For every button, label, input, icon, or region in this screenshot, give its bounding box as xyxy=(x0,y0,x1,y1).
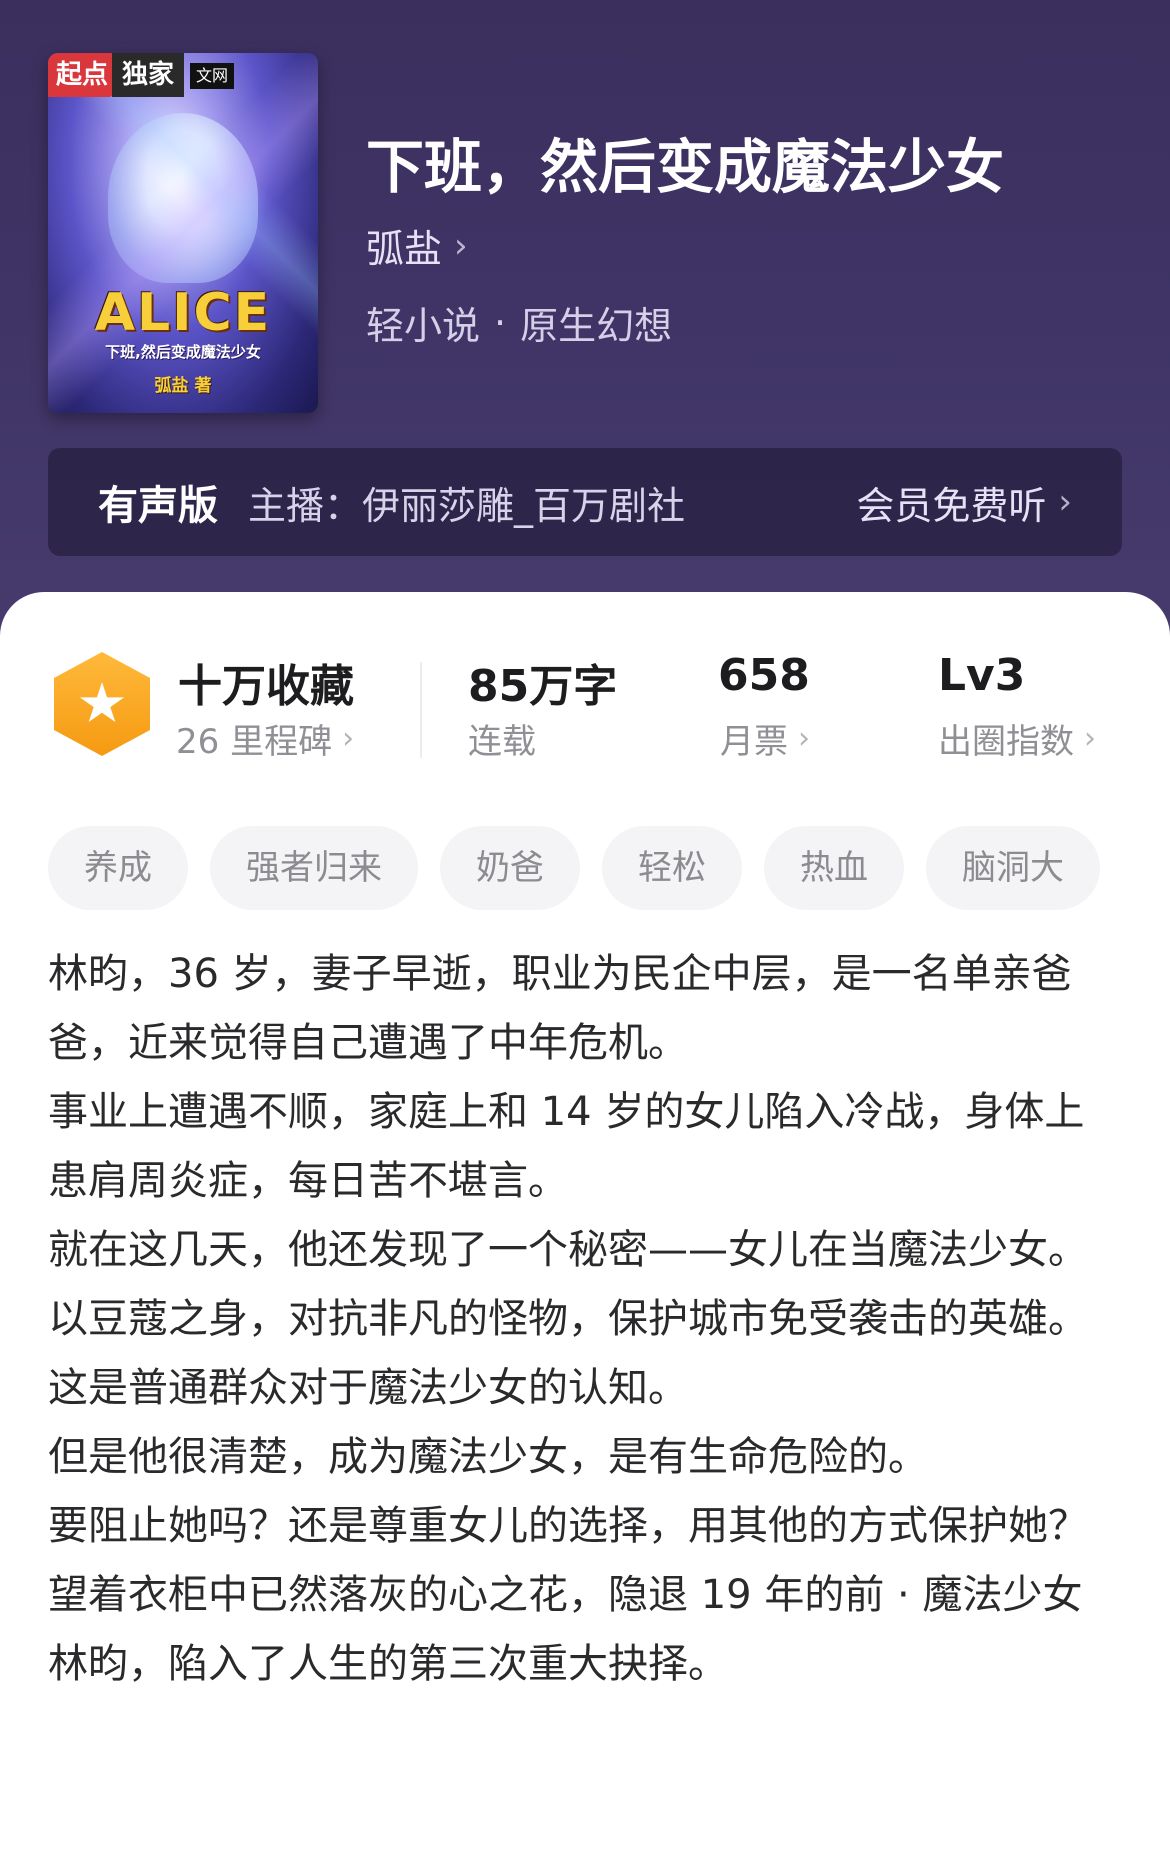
cover-logo: ALICE xyxy=(94,283,272,343)
member-free-listen-button[interactable]: 会员免费听 › xyxy=(856,475,1072,530)
book-cover[interactable]: 起点 独家 文网 ALICE 下班,然后变成魔法少女 弧盐 著 xyxy=(48,53,318,413)
tag-chip[interactable]: 奶爸 xyxy=(440,826,580,910)
star-hexagon-icon[interactable] xyxy=(54,652,150,756)
serial-status-label: 连载 xyxy=(468,722,536,762)
synopsis-paragraph: 就在这几天，他还发现了一个秘密——女儿在当魔法少女。 xyxy=(48,1227,1088,1273)
genre-separator: · xyxy=(494,300,507,345)
cover-badge-site: 文网 xyxy=(190,63,235,89)
chevron-right-icon: › xyxy=(798,721,810,756)
synopsis-paragraph: 事业上遭遇不顺，家庭上和 14 岁的女儿陷入冷战，身体上患肩周炎症，每日苦不堪言… xyxy=(48,1089,1085,1204)
synopsis-paragraph: 要阻止她吗？还是尊重女儿的选择，用其他的方式保护她？ xyxy=(48,1503,1088,1549)
book-genre: 轻小说 · 原生幻想 xyxy=(366,295,672,350)
cover-signature: 弧盐 著 xyxy=(154,376,212,396)
monthly-tickets-label: 月票 xyxy=(720,722,788,762)
tag-chip[interactable]: 热血 xyxy=(764,826,904,910)
tag-chip[interactable]: 强者归来 xyxy=(210,826,418,910)
synopsis-paragraph: 以豆蔻之身，对抗非凡的怪物，保护城市免受袭击的英雄。这是普通群众对于魔法少女的认… xyxy=(48,1296,1088,1411)
monthly-tickets-count: 658 xyxy=(718,650,810,701)
word-count: 85万字 xyxy=(468,661,618,712)
cover-badge-exclusive: 独家 xyxy=(112,53,185,97)
genre-category[interactable]: 轻小说 xyxy=(366,295,480,350)
popularity-level: Lv3 xyxy=(938,650,1026,701)
cover-subtitle: 下班,然后变成魔法少女 xyxy=(105,343,261,361)
author-name: 弧盐 xyxy=(366,227,443,271)
popularity-index-link[interactable]: 出圈指数 › xyxy=(938,714,1096,763)
cover-badge-qidian: 起点 xyxy=(48,53,117,97)
tag-chip[interactable]: 轻松 xyxy=(602,826,742,910)
audio-anchor: 主播：伊丽莎雕_百万剧社 xyxy=(248,483,686,528)
stats-divider xyxy=(420,662,422,758)
chevron-right-icon: › xyxy=(454,225,468,266)
chevron-right-icon: › xyxy=(342,721,355,756)
popularity-index-label: 出圈指数 xyxy=(938,722,1074,762)
chevron-right-icon: › xyxy=(1084,721,1096,756)
book-detail-card: 十万收藏 26 里程碑 › 85万字 连载 658 月票 › Lv3 出圈指数 … xyxy=(0,592,1170,1852)
tag-chip[interactable]: 养成 xyxy=(48,826,188,910)
star-icon xyxy=(79,682,125,723)
stats-row: 十万收藏 26 里程碑 › 85万字 连载 658 月票 › Lv3 出圈指数 … xyxy=(0,650,1170,772)
synopsis-paragraph: 但是他很清楚，成为魔法少女，是有生命危险的。 xyxy=(48,1434,928,1480)
monthly-tickets-link[interactable]: 月票 › xyxy=(720,714,810,763)
audio-label: 有声版 xyxy=(98,483,218,529)
milestone-link[interactable]: 26 里程碑 › xyxy=(176,714,354,763)
audio-version-bar[interactable]: 有声版 主播：伊丽莎雕_百万剧社 会员免费听 › xyxy=(48,448,1122,556)
member-free-listen-label: 会员免费听 xyxy=(856,483,1047,528)
author-link[interactable]: 弧盐 › xyxy=(366,218,468,273)
genre-subcategory[interactable]: 原生幻想 xyxy=(520,295,672,350)
serial-status: 连载 xyxy=(468,714,536,763)
book-title: 下班，然后变成魔法少女 xyxy=(366,133,1005,201)
chevron-right-icon: › xyxy=(1058,482,1072,522)
synopsis-paragraph: 林昀，36 岁，妻子早逝，职业为民企中层，是一名单亲爸爸，近来觉得自己遭遇了中年… xyxy=(48,951,1072,1066)
synopsis-paragraph: 望着衣柜中已然落灰的心之花，隐退 19 年的前 · 魔法少女林昀，陷入了人生的第… xyxy=(48,1572,1083,1687)
tag-list: 养成 强者归来 奶爸 轻松 热血 脑洞大 xyxy=(48,826,1170,910)
milestone-label: 26 里程碑 xyxy=(176,722,333,762)
book-synopsis: 林昀，36 岁，妻子早逝，职业为民企中层，是一名单亲爸爸，近来觉得自己遭遇了中年… xyxy=(48,940,1122,1699)
collect-count: 十万收藏 xyxy=(178,661,354,712)
book-header: 起点 独家 文网 ALICE 下班,然后变成魔法少女 弧盐 著 下班，然后变成魔… xyxy=(0,0,1170,640)
tag-chip[interactable]: 脑洞大 xyxy=(926,826,1100,910)
